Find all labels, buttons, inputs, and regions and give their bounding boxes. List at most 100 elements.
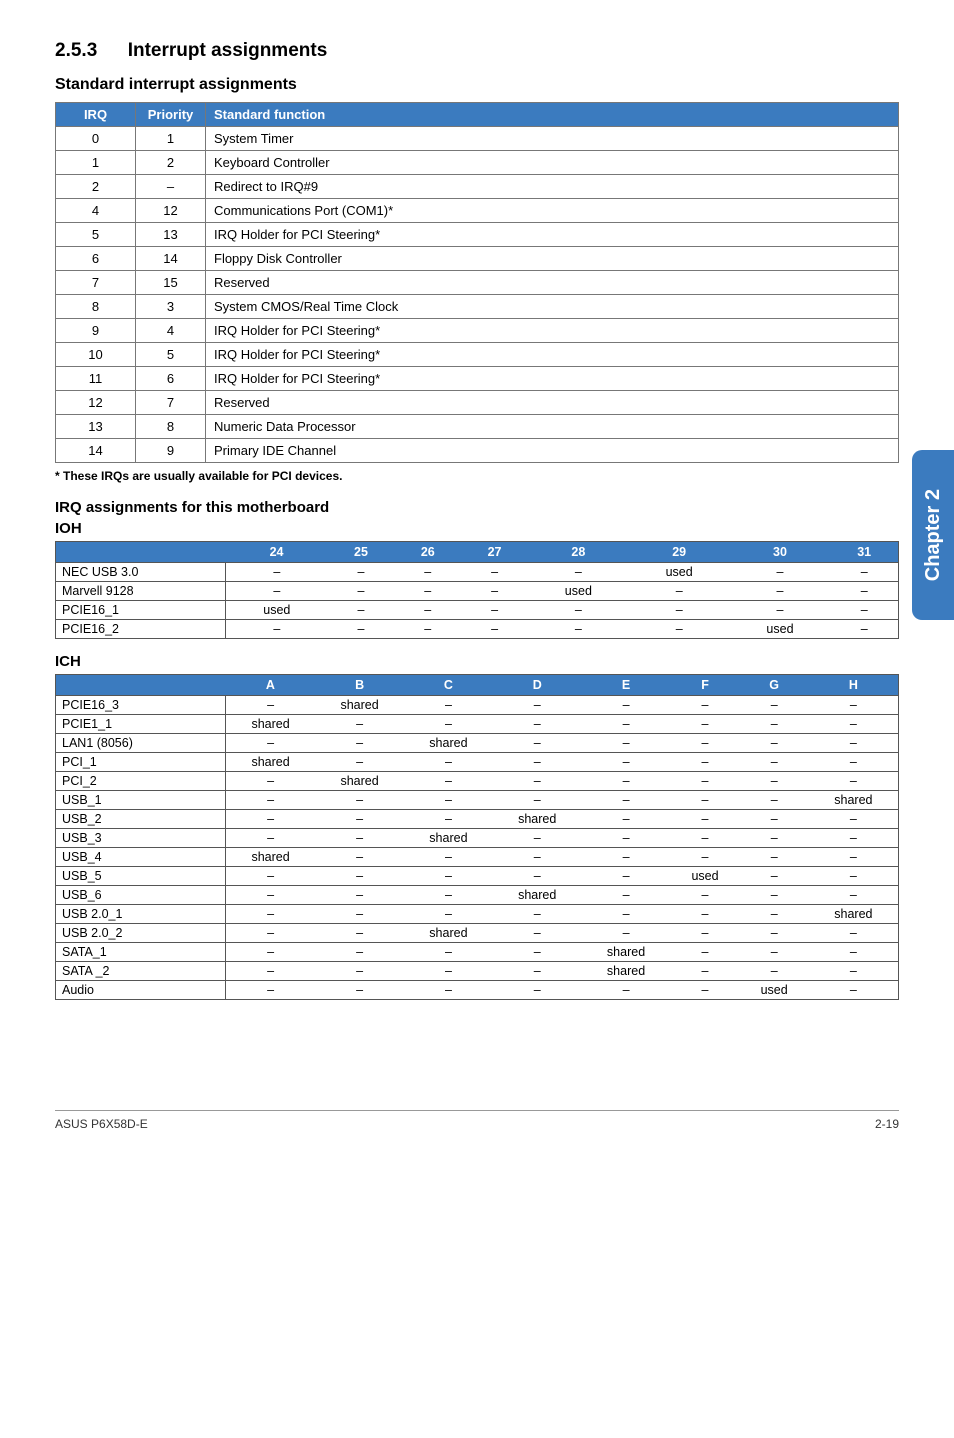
data-cell: – <box>809 753 899 772</box>
data-cell: – <box>582 848 671 867</box>
data-cell: – <box>315 867 404 886</box>
data-cell: – <box>582 715 671 734</box>
priority-cell: 1 <box>136 127 206 151</box>
data-cell: – <box>226 734 316 753</box>
table-row: USB_4shared––––––– <box>56 848 899 867</box>
data-cell: – <box>404 943 493 962</box>
irq-cell: 5 <box>56 223 136 247</box>
table-row: PCIE16_2––––––used– <box>56 620 899 639</box>
data-cell: – <box>404 886 493 905</box>
table-row: USB_2–––shared–––– <box>56 810 899 829</box>
irq-cell: 10 <box>56 343 136 367</box>
irq-cell: 1 <box>56 151 136 175</box>
irq-footnote: * These IRQs are usually available for P… <box>55 469 899 483</box>
table-row: 138Numeric Data Processor <box>56 415 899 439</box>
col-header: 24 <box>226 542 328 563</box>
ioh-label: IOH <box>55 520 899 537</box>
data-cell: – <box>493 981 582 1000</box>
table-row: 83System CMOS/Real Time Clock <box>56 295 899 319</box>
data-cell: shared <box>404 924 493 943</box>
table-row: Audio––––––used– <box>56 981 899 1000</box>
row-name: PCI_2 <box>56 772 226 791</box>
row-name: USB_1 <box>56 791 226 810</box>
data-cell: – <box>670 734 739 753</box>
data-cell: – <box>582 905 671 924</box>
chapter-tab-label: Chapter 2 <box>922 489 945 581</box>
data-cell: – <box>629 620 730 639</box>
data-cell: – <box>226 962 316 981</box>
data-cell: – <box>315 791 404 810</box>
row-name: SATA_1 <box>56 943 226 962</box>
col-header: H <box>809 675 899 696</box>
data-cell: – <box>670 829 739 848</box>
data-cell: – <box>315 829 404 848</box>
priority-cell: – <box>136 175 206 199</box>
table-row: 94IRQ Holder for PCI Steering* <box>56 319 899 343</box>
irq-table: IRQ Priority Standard function 01System … <box>55 102 899 463</box>
section-title: Interrupt assignments <box>128 40 328 62</box>
section-number: 2.5.3 <box>55 40 97 62</box>
data-cell: shared <box>582 943 671 962</box>
table-row: USB 2.0_2––shared––––– <box>56 924 899 943</box>
data-cell: – <box>670 981 739 1000</box>
data-cell: – <box>461 563 528 582</box>
table-row: 2–Redirect to IRQ#9 <box>56 175 899 199</box>
data-cell: – <box>493 791 582 810</box>
irq-cell: 9 <box>56 319 136 343</box>
footer-left: ASUS P6X58D-E <box>55 1117 148 1131</box>
data-cell: – <box>809 810 899 829</box>
row-name: LAN1 (8056) <box>56 734 226 753</box>
data-cell: shared <box>226 753 316 772</box>
data-cell: – <box>809 943 899 962</box>
irq-cell: 8 <box>56 295 136 319</box>
row-name: USB_5 <box>56 867 226 886</box>
data-cell: – <box>670 810 739 829</box>
table-row: PCIE16_1used––––––– <box>56 601 899 620</box>
col-header: F <box>670 675 739 696</box>
table-row: 116IRQ Holder for PCI Steering* <box>56 367 899 391</box>
data-cell: – <box>315 905 404 924</box>
subsection-standard: Standard interrupt assignments <box>55 76 899 94</box>
col-header: D <box>493 675 582 696</box>
ich-label: ICH <box>55 653 899 670</box>
table-row: PCI_2–shared–––––– <box>56 772 899 791</box>
data-cell: – <box>730 601 831 620</box>
table-row: NEC USB 3.0–––––used–– <box>56 563 899 582</box>
row-name: NEC USB 3.0 <box>56 563 226 582</box>
data-cell: – <box>493 905 582 924</box>
col-header: 29 <box>629 542 730 563</box>
data-cell: – <box>226 791 316 810</box>
data-cell: – <box>315 943 404 962</box>
function-cell: IRQ Holder for PCI Steering* <box>206 343 899 367</box>
data-cell: shared <box>582 962 671 981</box>
data-cell: – <box>404 867 493 886</box>
data-cell: shared <box>315 696 404 715</box>
row-name: PCIE16_3 <box>56 696 226 715</box>
table-row: 412Communications Port (COM1)* <box>56 199 899 223</box>
data-cell: – <box>394 582 461 601</box>
data-cell: – <box>315 962 404 981</box>
table-row: LAN1 (8056)––shared––––– <box>56 734 899 753</box>
data-cell: – <box>328 620 395 639</box>
irq-cell: 2 <box>56 175 136 199</box>
ich-table: ABCDEFGH PCIE16_3–shared––––––PCIE1_1sha… <box>55 674 899 1000</box>
data-cell: – <box>809 772 899 791</box>
data-cell: – <box>582 924 671 943</box>
data-cell: shared <box>226 715 316 734</box>
table-row: SATA_1––––shared––– <box>56 943 899 962</box>
table-row: Marvell 9128––––used––– <box>56 582 899 601</box>
row-name: PCI_1 <box>56 753 226 772</box>
row-name: PCIE16_1 <box>56 601 226 620</box>
data-cell: – <box>809 981 899 1000</box>
data-cell: – <box>404 791 493 810</box>
data-cell: – <box>809 962 899 981</box>
irq-cell: 0 <box>56 127 136 151</box>
data-cell: – <box>404 848 493 867</box>
data-cell: shared <box>809 791 899 810</box>
data-cell: – <box>740 943 809 962</box>
data-cell: – <box>493 734 582 753</box>
data-cell: – <box>404 696 493 715</box>
data-cell: – <box>528 620 629 639</box>
data-cell: – <box>461 582 528 601</box>
col-header: 31 <box>830 542 898 563</box>
